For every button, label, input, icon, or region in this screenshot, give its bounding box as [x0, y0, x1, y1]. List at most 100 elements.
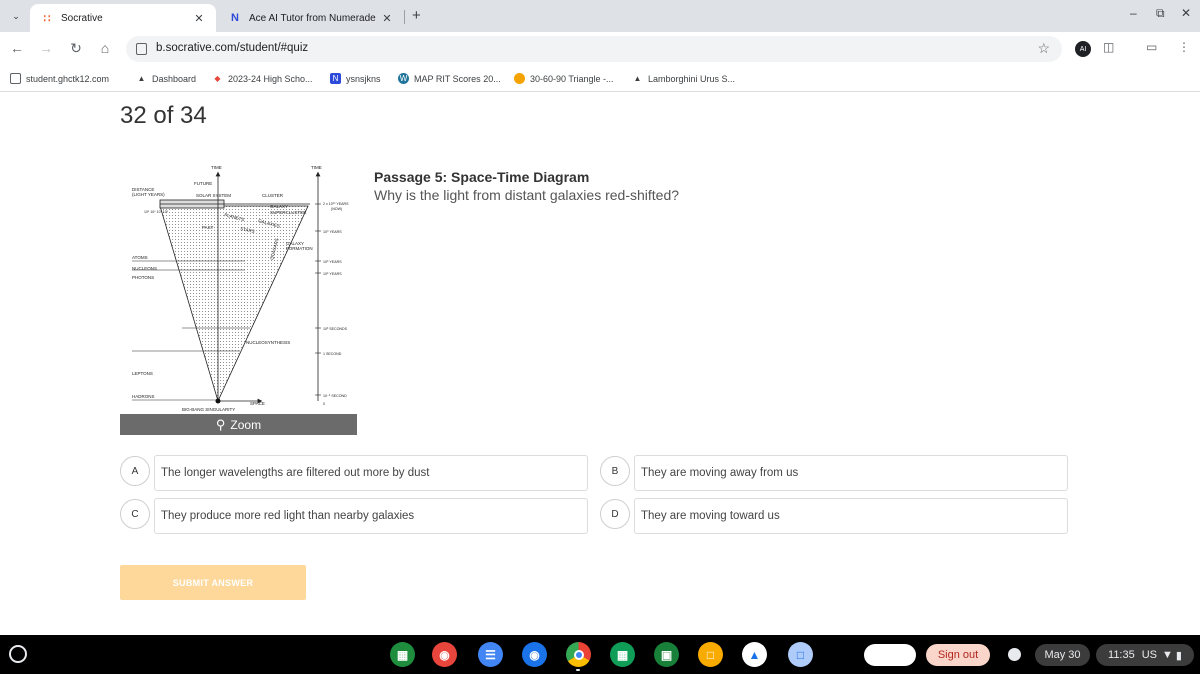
new-tab-icon[interactable]: + [412, 7, 421, 24]
zoom-label: Zoom [230, 417, 262, 432]
browser-toolbar: ← → ↻ ⌂ b.socrative.com/student/#quiz ☆ [0, 32, 1200, 66]
diagram-label: LEPTONS [132, 371, 153, 376]
choice-text: They are moving toward us [641, 510, 780, 522]
bookmark-label: 2023-24 High Scho... [228, 73, 313, 84]
question-text: Why is the light from distant galaxies r… [374, 187, 680, 203]
diagram-label: 10³ SECONDS [323, 327, 348, 331]
zoom-button[interactable]: ⚲ Zoom [120, 414, 357, 435]
drive-app-icon[interactable]: ▲ [742, 642, 767, 667]
tab-title: Socrative [61, 12, 103, 24]
choice-b-letter[interactable]: B [600, 456, 630, 486]
diagram-label: 0 [323, 402, 325, 406]
extensions-puzzle-icon[interactable]: ◫ [1103, 40, 1114, 54]
diagram-label: 1 SECOND [323, 352, 342, 356]
bookmark-label: Dashboard [152, 73, 197, 84]
classroom-app-icon[interactable]: ▦ [390, 642, 415, 667]
tab-search-chevron-icon[interactable]: ⌄ [8, 9, 24, 23]
choice-letter-text: C [131, 508, 139, 520]
paint-app-icon[interactable]: ◉ [432, 642, 457, 667]
diagram-label: 10⁵ YEARS [323, 272, 342, 276]
bookmark-item[interactable]: 30-60-90 Triangle -... [514, 73, 614, 84]
user-account-pill[interactable] [864, 644, 916, 666]
classroom-green-app-icon[interactable]: ▣ [654, 642, 679, 667]
diagram-label: 10⁹ YEARS [323, 230, 342, 234]
chrome-app-icon[interactable] [566, 642, 591, 667]
clock-time: 11:35 [1108, 649, 1135, 661]
bookmark-label: Lamborghini Urus S... [648, 73, 736, 84]
diagram-label: FUTURE [194, 181, 212, 186]
bookmark-item[interactable]: ▲ Dashboard [136, 73, 197, 84]
wordpress-icon: W [398, 73, 409, 84]
home-icon[interactable]: ⌂ [96, 40, 114, 56]
diagram-label: SPACE [250, 401, 265, 406]
submit-answer-button[interactable]: SUBMIT ANSWER [120, 565, 306, 600]
choice-b-button[interactable]: They are moving away from us [634, 455, 1068, 491]
diagram-label: 10⁵ 10⁶ 10⁷ 10⁸ [144, 210, 169, 214]
diagram-label: TIME [211, 165, 222, 170]
bookmark-label: student.ghctk12.com [26, 73, 110, 84]
diagram-label: ATOMS [132, 255, 148, 260]
choice-d-button[interactable]: They are moving toward us [634, 498, 1068, 534]
bookmark-item[interactable]: W MAP RIT Scores 20... [398, 73, 501, 84]
status-tray[interactable]: 11:35 US ▼ ▮ [1096, 644, 1194, 666]
pie-chart-icon [514, 73, 525, 84]
space-time-diagram[interactable]: TIME TIME FUTURE DISTANCE (LIGHT YEARS) … [120, 160, 357, 416]
choice-d-letter[interactable]: D [600, 499, 630, 529]
socrative-icon: ∷ [43, 12, 51, 25]
diagram-label: SUPERCLUSTER [270, 210, 307, 215]
tab-title: Ace AI Tutor from Numerade [249, 12, 376, 24]
address-bar[interactable]: b.socrative.com/student/#quiz ☆ [126, 36, 1062, 62]
diagram-label: 2 x 10¹⁰ YEARS [323, 202, 349, 206]
close-tab-icon[interactable]: ✕ [192, 12, 206, 25]
locale-indicator: US [1141, 649, 1158, 661]
docs-app-icon[interactable]: ☰ [478, 642, 503, 667]
car-icon: ▲ [633, 74, 642, 83]
bookmarks-bar: student.ghctk12.com ▲ Dashboard ◆ 2023-2… [0, 66, 1200, 92]
choice-text: They are moving away from us [641, 467, 799, 479]
bookmark-item[interactable]: ◆ 2023-24 High Scho... [212, 73, 313, 84]
active-app-indicator [576, 669, 580, 671]
date-tray[interactable]: May 30 [1035, 644, 1090, 666]
site-info-icon[interactable] [136, 43, 147, 55]
diagram-label: (LIGHT YEARS) [132, 192, 165, 197]
tab-bar: ⌄ ∷ Socrative ✕ N Ace AI Tutor from Nume… [0, 0, 1200, 32]
bookmark-star-icon[interactable]: ☆ [1037, 40, 1050, 57]
tab-socrative[interactable]: ∷ Socrative ✕ [30, 4, 216, 32]
launcher-icon[interactable] [9, 645, 27, 663]
close-tab-icon[interactable]: ✕ [380, 12, 394, 25]
bookmark-item[interactable]: N ysnsjkns [330, 73, 381, 84]
battery-icon: ▮ [1175, 649, 1182, 662]
files-app-icon[interactable]: □ [788, 642, 813, 667]
diagram-label: NUCLEOSYNTHESIS [246, 340, 290, 345]
sheets-app-icon[interactable]: ▦ [610, 642, 635, 667]
folder-icon [10, 73, 21, 84]
close-window-icon[interactable]: ✕ [1181, 6, 1191, 20]
choice-a-button[interactable]: The longer wavelengths are filtered out … [154, 455, 588, 491]
tray-status-icon[interactable] [1008, 648, 1021, 661]
minimize-icon[interactable]: – [1130, 6, 1137, 20]
bookmark-item[interactable]: ▲ Lamborghini Urus S... [632, 73, 736, 84]
magnifier-icon: ⚲ [215, 416, 226, 432]
choice-letter-text: A [131, 465, 139, 477]
bookmark-item[interactable]: student.ghctk12.com [10, 73, 109, 84]
keep-app-icon[interactable]: □ [698, 642, 723, 667]
tab-numerade[interactable]: N Ace AI Tutor from Numerade ✕ [218, 4, 404, 32]
choice-a-letter[interactable]: A [120, 456, 150, 486]
reload-icon[interactable]: ↻ [67, 40, 85, 57]
camera-app-icon[interactable]: ◉ [522, 642, 547, 667]
diagram-label: BIG-BANG SINGULARITY [182, 407, 235, 412]
sign-out-button[interactable]: Sign out [926, 644, 990, 666]
wifi-icon: ▼ [1162, 649, 1173, 661]
passage-title: Passage 5: Space-Time Diagram [374, 169, 590, 185]
restore-icon[interactable]: ⧉ [1156, 6, 1165, 21]
diagram-label: 10⁻⁶ SECOND [323, 394, 347, 398]
diagram-label: PAST [202, 225, 214, 230]
menu-icon[interactable]: ⋮ [1178, 40, 1190, 54]
cast-icon[interactable]: ▭ [1146, 40, 1157, 54]
choice-c-button[interactable]: They produce more red light than nearby … [154, 498, 588, 534]
numerade-icon: N [231, 12, 239, 24]
back-icon[interactable]: ← [8, 40, 26, 56]
extension-avatar-icon[interactable]: AI [1075, 41, 1091, 57]
forward-icon[interactable]: → [37, 40, 55, 56]
choice-c-letter[interactable]: C [120, 499, 150, 529]
